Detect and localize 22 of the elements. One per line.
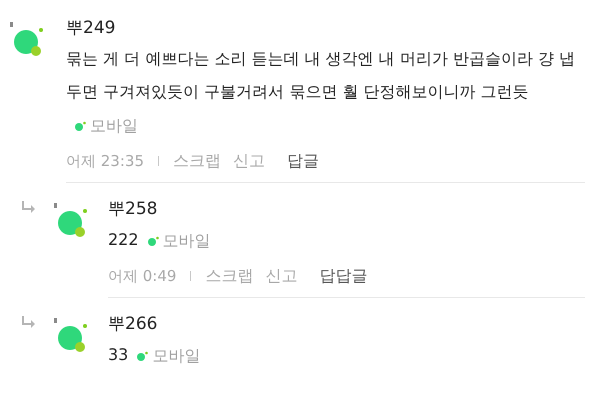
- action-link[interactable]: 신고: [265, 261, 298, 292]
- mobile-icon: [146, 236, 159, 246]
- action-link[interactable]: 신고: [233, 146, 265, 176]
- device-label: 모바일: [162, 230, 211, 252]
- author-name: 뿌258: [108, 198, 158, 222]
- author-name: 뿌266: [108, 313, 158, 336]
- mobile-icon: [136, 350, 148, 361]
- comment-time: 어제 0:49: [108, 266, 176, 288]
- reply-link[interactable]: 답글: [287, 146, 319, 176]
- device-label: 모바일: [152, 345, 200, 368]
- comment-time: 어제 23:35: [66, 151, 144, 172]
- mobile-icon: [74, 120, 86, 131]
- reply-arrow-icon: [22, 201, 36, 214]
- author-name: 뿌249: [66, 17, 116, 40]
- reply-link[interactable]: 답답글: [319, 261, 368, 292]
- action-link[interactable]: 스크랩: [173, 146, 221, 176]
- device-label: 모바일: [90, 115, 138, 138]
- comment-text: 222: [108, 230, 139, 250]
- reply-arrow-icon: [22, 316, 36, 328]
- comment-text: 묶는 게 더 예쁘다는 소리 듣는데 내 생각엔 내 머리가 반곱슬이라 걍 냅두면 구겨져있듯이 구불거려서 묶으면 훨 단정해보이니까 그런듯: [66, 49, 576, 101]
- comment-text: 33: [108, 345, 128, 364]
- action-link[interactable]: 스크랩: [205, 261, 254, 292]
